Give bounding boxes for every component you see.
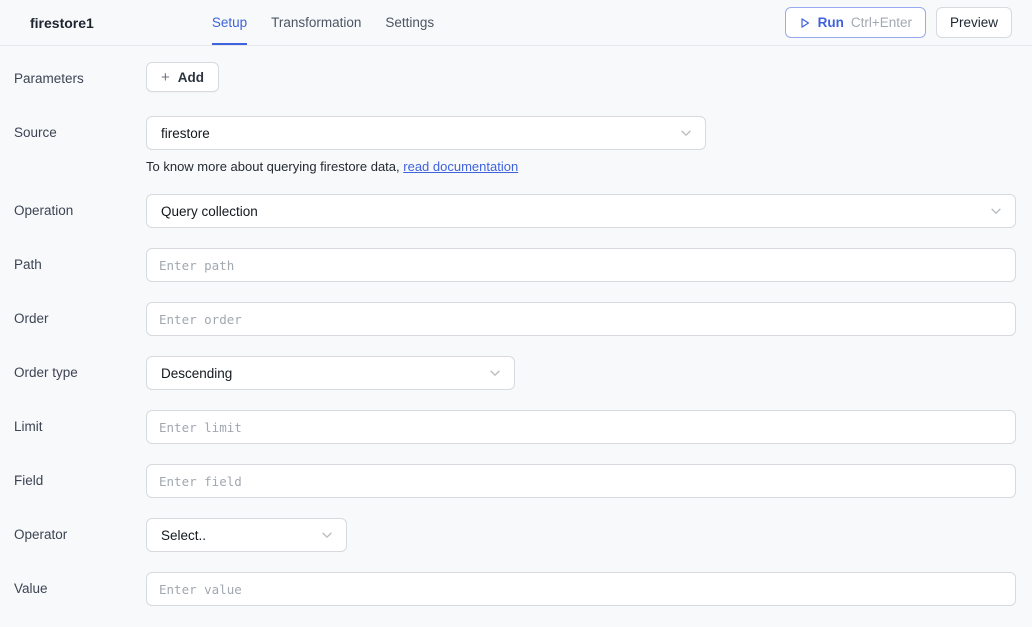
source-help-text: To know more about querying firestore da… — [146, 159, 1016, 174]
limit-input[interactable] — [146, 410, 1016, 444]
source-select[interactable]: firestore — [146, 116, 706, 150]
order-type-label: Order type — [14, 356, 146, 390]
chevron-down-icon — [679, 126, 693, 140]
add-parameter-label: Add — [178, 70, 204, 85]
chevron-down-icon — [989, 204, 1003, 218]
chevron-down-icon — [320, 528, 334, 542]
order-type-select-value: Descending — [161, 366, 232, 381]
row-path: Path — [14, 248, 1016, 282]
operator-select-value: Select.. — [161, 528, 206, 543]
operation-select[interactable]: Query collection — [146, 194, 1016, 228]
query-name[interactable]: firestore1 — [30, 15, 94, 31]
read-documentation-link[interactable]: read documentation — [403, 159, 518, 174]
play-icon — [799, 17, 811, 29]
preview-button[interactable]: Preview — [936, 7, 1012, 38]
row-operator: Operator Select.. — [14, 518, 1016, 552]
order-input[interactable] — [146, 302, 1016, 336]
row-parameters: Parameters + Add — [14, 62, 1016, 96]
tab-transformation[interactable]: Transformation — [271, 0, 361, 45]
editor-tabs: Setup Transformation Settings — [212, 0, 434, 45]
value-input[interactable] — [146, 572, 1016, 606]
help-text-prefix: To know more about querying firestore da… — [146, 159, 403, 174]
operation-label: Operation — [14, 194, 146, 228]
run-button[interactable]: Run Ctrl+Enter — [785, 7, 926, 38]
row-operation: Operation Query collection — [14, 194, 1016, 228]
order-label: Order — [14, 302, 146, 336]
source-select-value: firestore — [161, 126, 210, 141]
run-label: Run — [818, 15, 844, 30]
query-setup-form: Parameters + Add Source firestore To kno… — [0, 46, 1032, 606]
value-label: Value — [14, 572, 146, 606]
field-input[interactable] — [146, 464, 1016, 498]
query-editor-header: firestore1 Setup Transformation Settings… — [0, 0, 1032, 46]
row-order-type: Order type Descending — [14, 356, 1016, 390]
operator-select[interactable]: Select.. — [146, 518, 347, 552]
row-value: Value — [14, 572, 1016, 606]
chevron-down-icon — [488, 366, 502, 380]
path-label: Path — [14, 248, 146, 282]
parameters-label: Parameters — [14, 62, 146, 96]
limit-label: Limit — [14, 410, 146, 444]
add-parameter-button[interactable]: + Add — [146, 62, 219, 92]
field-label: Field — [14, 464, 146, 498]
source-label: Source — [14, 116, 146, 150]
plus-icon: + — [161, 70, 170, 85]
tab-setup[interactable]: Setup — [212, 0, 247, 45]
run-shortcut: Ctrl+Enter — [851, 15, 912, 30]
operation-select-value: Query collection — [161, 204, 258, 219]
row-order: Order — [14, 302, 1016, 336]
row-field: Field — [14, 464, 1016, 498]
tab-settings[interactable]: Settings — [385, 0, 434, 45]
row-limit: Limit — [14, 410, 1016, 444]
operator-label: Operator — [14, 518, 146, 552]
order-type-select[interactable]: Descending — [146, 356, 515, 390]
path-input[interactable] — [146, 248, 1016, 282]
header-actions: Run Ctrl+Enter Preview — [785, 0, 1012, 45]
row-source: Source firestore To know more about quer… — [14, 116, 1016, 174]
